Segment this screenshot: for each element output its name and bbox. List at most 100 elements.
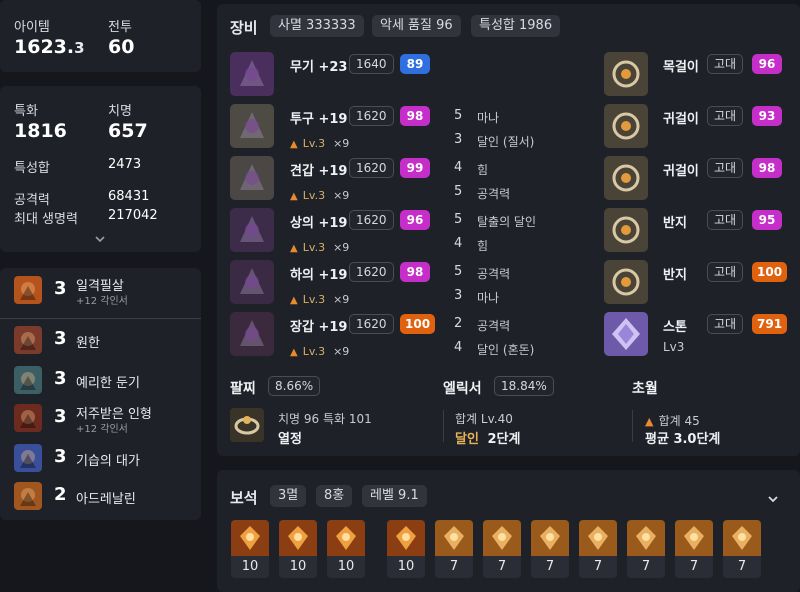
armor-icon[interactable]: [230, 104, 274, 148]
engraving-item[interactable]: 3 예리한 둔기: [8, 362, 196, 398]
item-level-label: 아이템: [14, 20, 50, 35]
engraving-book: +12 각인서: [76, 296, 128, 307]
expand-chevron-icon[interactable]: [93, 230, 107, 243]
stone-icon[interactable]: [604, 312, 648, 356]
gem-level: 7: [579, 556, 617, 578]
armor-item-level: 1620: [349, 106, 394, 126]
armor-name: 하의 +19: [290, 268, 348, 283]
armor-transcend: ▲ Lv.3 ×9: [290, 293, 350, 306]
armor-transcend: ▲ Lv.3 ×9: [290, 137, 350, 150]
engraving-item[interactable]: 3 일격필살 +12 각인서: [8, 272, 196, 308]
armor-stat2-name: 달인 (질서): [477, 135, 535, 149]
gem-level: 7: [723, 556, 761, 578]
gem-slot[interactable]: 7: [579, 520, 617, 578]
cooldown-gem-icon: [579, 520, 617, 556]
armor-stat1-level: 5: [454, 212, 463, 227]
gems-collapse-chevron-icon[interactable]: [766, 490, 780, 503]
bracelet-stats: 치명 96 특화 101: [278, 412, 372, 426]
gem-slot[interactable]: 7: [627, 520, 665, 578]
armor-stat1-level: 2: [454, 316, 463, 331]
accessory-grade: 고대: [707, 158, 744, 178]
armor-name: 투구 +19: [290, 112, 348, 127]
gems-tag-1: 3멸: [270, 485, 307, 507]
gems-tag-level: 레벨 9.1: [362, 485, 427, 507]
gem-slot[interactable]: 10: [387, 520, 425, 578]
armor-stat1-name: 공격력: [477, 267, 511, 281]
engraving-item[interactable]: 3 저주받은 인형 +12 각인서: [8, 400, 196, 436]
gem-slot[interactable]: 7: [675, 520, 713, 578]
accessory-quality: 96: [752, 54, 782, 74]
armor-quality: 98: [400, 262, 430, 282]
stone-level: Lv3: [663, 340, 685, 354]
engraving-icon: [14, 404, 42, 432]
gem-level: 7: [483, 556, 521, 578]
armor-stat1-level: 4: [454, 160, 463, 175]
engraving-level: 3: [54, 328, 67, 349]
cooldown-gem-icon: [531, 520, 569, 556]
damage-gem-icon: [231, 520, 269, 556]
flame-icon: ▲: [645, 415, 654, 428]
gem-level: 7: [435, 556, 473, 578]
gem-slot[interactable]: 7: [435, 520, 473, 578]
accessory-name: 반지: [663, 216, 687, 231]
armor-name: 견갑 +19: [290, 164, 348, 179]
engraving-name: 아드레날린: [76, 492, 136, 507]
transcendence-divider: [632, 410, 633, 442]
armor-icon[interactable]: [230, 156, 274, 200]
gem-slot[interactable]: 10: [279, 520, 317, 578]
armor-icon[interactable]: [230, 312, 274, 356]
transcendence-label: 초월: [632, 381, 658, 397]
damage-gem-icon: [279, 520, 317, 556]
summary-panel: 아이템 1623.3 전투 60: [0, 0, 201, 72]
flame-icon: ▲: [290, 295, 298, 306]
cooldown-gem-icon: [723, 520, 761, 556]
gem-slot[interactable]: 10: [327, 520, 365, 578]
armor-quality: 98: [400, 106, 430, 126]
engraving-item[interactable]: 3 기습의 대가: [8, 440, 196, 476]
bracelet-icon[interactable]: [230, 408, 264, 442]
bracelet-pct: 8.66%: [268, 376, 321, 396]
engraving-level: 3: [54, 278, 67, 299]
attack-value: 68431: [108, 189, 150, 204]
accessory-icon[interactable]: [604, 156, 648, 200]
stats-panel: 특화 1816 치명 657 특성합 2473 공격력 68431 최대 생명력…: [0, 86, 201, 252]
bracelet-effect: 열정: [278, 432, 302, 447]
gem-slot[interactable]: 7: [723, 520, 761, 578]
transcendence-total: ▲ 합계 45: [645, 414, 700, 428]
armor-icon[interactable]: [230, 52, 274, 96]
armor-stat2-name: 공격력: [477, 187, 511, 201]
equip-tag-stat-total: 특성합 1986: [471, 15, 561, 37]
cooldown-gem-icon: [483, 520, 521, 556]
armor-quality: 99: [400, 158, 430, 178]
engraving-item[interactable]: 2 아드레날린: [8, 478, 196, 514]
gem-slot[interactable]: 10: [231, 520, 269, 578]
accessory-icon[interactable]: [604, 260, 648, 304]
gem-slot[interactable]: 7: [531, 520, 569, 578]
armor-stat2-level: 4: [454, 236, 463, 251]
accessory-grade: 고대: [707, 54, 744, 74]
hp-value: 217042: [108, 208, 158, 223]
accessory-quality: 93: [752, 106, 782, 126]
armor-icon[interactable]: [230, 260, 274, 304]
damage-gem-icon: [387, 520, 425, 556]
accessory-icon[interactable]: [604, 208, 648, 252]
flame-icon: ▲: [290, 243, 298, 254]
armor-item-level: 1620: [349, 158, 394, 178]
gem-level: 7: [627, 556, 665, 578]
total-stat-value: 2473: [108, 157, 142, 172]
armor-icon[interactable]: [230, 208, 274, 252]
armor-transcend: ▲ Lv.3 ×9: [290, 241, 350, 254]
accessory-icon[interactable]: [604, 52, 648, 96]
armor-item-level: 1620: [349, 210, 394, 230]
cooldown-gem-icon: [627, 520, 665, 556]
engraving-name: 기습의 대가: [76, 454, 140, 469]
armor-quality: 89: [400, 54, 430, 74]
accessory-icon[interactable]: [604, 104, 648, 148]
accessory-quality: 98: [752, 158, 782, 178]
engraving-divider: [0, 318, 201, 319]
gem-slot[interactable]: 7: [483, 520, 521, 578]
engraving-level: 3: [54, 406, 67, 427]
accessory-quality: 791: [752, 314, 788, 334]
equip-tag-set: 사멸 333333: [270, 15, 364, 37]
engraving-item[interactable]: 3 원한: [8, 322, 196, 358]
